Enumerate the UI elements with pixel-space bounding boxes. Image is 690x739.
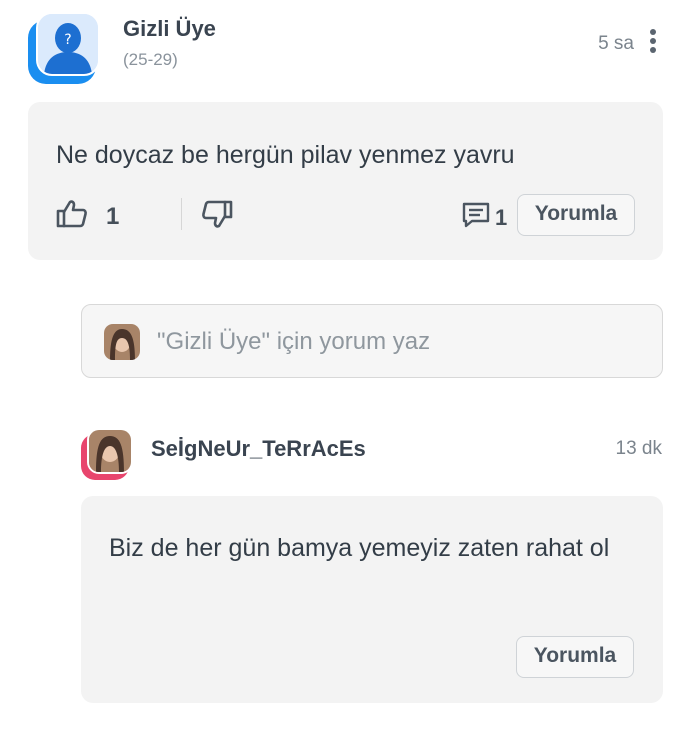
reply-button[interactable]: Yorumla <box>516 636 634 678</box>
reply-card: Biz de her gün bamya yemeyiz zaten rahat… <box>81 496 663 703</box>
reply-author-name[interactable]: SeİgNeUr_TeRrAcEs <box>151 436 366 462</box>
like-button[interactable]: 1 <box>56 199 119 234</box>
thumbs-up-icon <box>56 199 88 234</box>
comment-card: Ne doycaz be hergün pilav yenmez yavru 1 <box>28 102 663 260</box>
anonymous-user-icon: ? <box>36 12 100 76</box>
reply-button[interactable]: Yorumla <box>517 194 635 236</box>
author-age-range: (25-29) <box>123 50 178 69</box>
comment-text: Ne doycaz be hergün pilav yenmez yavru <box>56 141 515 169</box>
svg-text:?: ? <box>64 32 71 48</box>
reply-input[interactable]: "Gizli Üye" için yorum yaz <box>81 304 663 378</box>
current-user-avatar <box>104 324 140 360</box>
author-name[interactable]: Gizli Üye <box>123 16 216 42</box>
replies-toggle[interactable]: 1 <box>461 201 507 234</box>
reply-input-placeholder: "Gizli Üye" için yorum yaz <box>157 328 431 355</box>
reply-author-avatar[interactable] <box>81 428 133 480</box>
user-photo <box>87 428 133 474</box>
divider <box>181 198 182 230</box>
comment-icon <box>461 201 491 234</box>
like-count: 1 <box>106 202 120 230</box>
author-avatar[interactable]: ? <box>28 12 100 84</box>
reply-timestamp: 13 dk <box>615 438 662 459</box>
reply-text: Biz de her gün bamya yemeyiz zaten rahat… <box>109 534 610 562</box>
dislike-button[interactable] <box>201 199 233 234</box>
post-timestamp: 5 sa <box>598 33 634 54</box>
more-vertical-icon[interactable] <box>646 26 660 56</box>
thumbs-down-icon <box>201 200 233 233</box>
reply-count: 1 <box>495 204 508 230</box>
